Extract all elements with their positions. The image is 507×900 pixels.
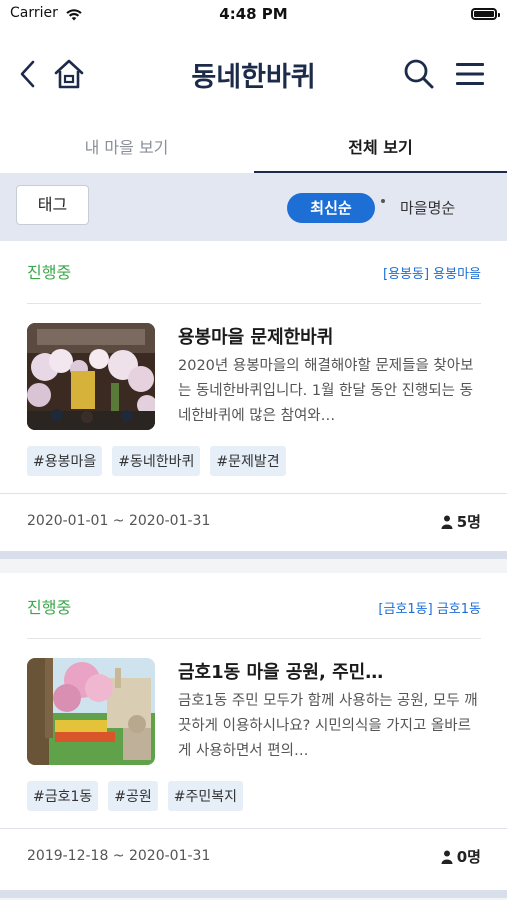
card-gap <box>0 551 507 573</box>
status-bar: Carrier 4:48 PM <box>0 0 507 30</box>
campaign-card[interactable]: 진행중 [용봉동] 용봉마을 용봉마을 문제한바퀴 2020년 용봉마을의 해결… <box>0 243 507 550</box>
tag-chip[interactable]: #주민복지 <box>167 781 244 811</box>
tag-chip[interactable]: #용봉마을 <box>27 446 103 476</box>
sort-village-name-button[interactable]: 마을명순 <box>400 193 455 223</box>
person-icon <box>441 850 453 864</box>
tag-chip[interactable]: #동네한바퀴 <box>112 446 201 476</box>
clock-time: 4:48 PM <box>219 5 288 23</box>
divider <box>0 828 507 829</box>
divider <box>27 638 481 639</box>
search-icon[interactable] <box>399 54 439 94</box>
card-description: 2020년 용봉마을의 해결해야할 문제들을 찾아보는 동네한바퀴입니다. 1월… <box>178 358 474 424</box>
filter-bar: 태그 최신순 마을명순 <box>0 173 507 241</box>
tag-list: #금호1동 #공원 #주민복지 <box>27 781 244 811</box>
card-description: 금호1동 주민 모두가 함께 사용하는 공원, 모두 깨끗하게 이용하시나요? … <box>178 693 478 759</box>
tag-filter-button[interactable]: 태그 <box>16 185 89 225</box>
sort-separator-dot <box>381 199 385 203</box>
menu-icon[interactable] <box>450 54 490 94</box>
battery-icon <box>471 8 500 20</box>
card-title: 금호1동 마을 공원, 주민… <box>178 662 384 683</box>
participant-count-label: 5명 <box>456 513 481 531</box>
view-tabs: 내 마을 보기 전체 보기 <box>0 125 507 174</box>
location-label: [용봉동] 용봉마을 <box>383 267 481 282</box>
divider <box>27 303 481 304</box>
participant-count: 0명 <box>441 846 481 867</box>
campaign-card[interactable]: 진행중 [금호1동] 금호1동 금호1동 마을 공원, 주민… 금호1동 주민 … <box>0 578 507 890</box>
divider <box>0 493 507 494</box>
navigation-bar: 동네한바퀴 <box>0 40 507 110</box>
participant-count-label: 0명 <box>456 848 481 866</box>
status-label: 진행중 <box>27 598 72 617</box>
tag-chip[interactable]: #금호1동 <box>27 781 99 811</box>
date-range: 2019-12-18 ~ 2020-01-31 <box>27 848 211 864</box>
card-gap <box>0 890 507 900</box>
tab-my-village[interactable]: 내 마을 보기 <box>0 125 253 173</box>
date-range: 2020-01-01 ~ 2020-01-31 <box>27 513 211 529</box>
status-label: 진행중 <box>27 263 72 282</box>
card-title: 용봉마을 문제한바퀴 <box>178 327 334 348</box>
tag-chip[interactable]: #문제발견 <box>210 446 286 476</box>
tag-chip[interactable]: #공원 <box>108 781 158 811</box>
thumbnail-image <box>27 323 155 430</box>
sort-latest-button[interactable]: 최신순 <box>287 193 375 223</box>
tag-list: #용봉마을 #동네한바퀴 #문제발견 <box>27 446 286 476</box>
tab-all[interactable]: 전체 보기 <box>254 125 507 173</box>
thumbnail-image <box>27 658 155 765</box>
person-icon <box>441 515 453 529</box>
participant-count: 5명 <box>441 511 481 532</box>
location-label: [금호1동] 금호1동 <box>378 602 481 617</box>
